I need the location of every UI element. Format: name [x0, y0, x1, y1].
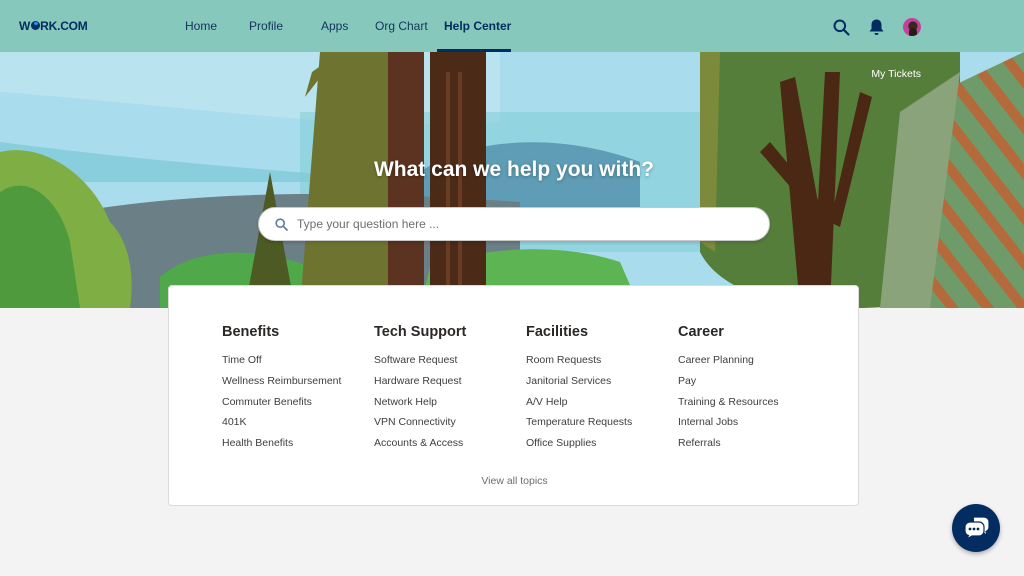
- topic-column-career: Career Career Planning Pay Training & Re…: [678, 324, 779, 454]
- nav-home[interactable]: Home: [185, 19, 217, 33]
- topic-link[interactable]: Room Requests: [526, 350, 632, 371]
- work-com-logo[interactable]: W RK.COM: [19, 19, 88, 33]
- topic-link[interactable]: Time Off: [222, 350, 341, 371]
- logo-text-prefix: W: [19, 19, 31, 33]
- logo-o-mark: [30, 21, 40, 30]
- help-search-input[interactable]: [297, 208, 757, 240]
- topic-column-tech-support: Tech Support Software Request Hardware R…: [374, 324, 466, 454]
- chat-bubbles-icon: [964, 516, 990, 541]
- topic-link[interactable]: Software Request: [374, 350, 466, 371]
- topic-column-benefits: Benefits Time Off Wellness Reimbursement…: [222, 324, 341, 454]
- topics-card: Benefits Time Off Wellness Reimbursement…: [168, 285, 859, 506]
- nav-profile[interactable]: Profile: [249, 19, 283, 33]
- topic-link[interactable]: Wellness Reimbursement: [222, 371, 341, 392]
- topic-link[interactable]: Commuter Benefits: [222, 392, 341, 413]
- my-tickets-link[interactable]: My Tickets: [871, 68, 921, 80]
- topic-link[interactable]: Temperature Requests: [526, 412, 632, 433]
- topic-link[interactable]: Network Help: [374, 392, 466, 413]
- top-navigation-bar: W RK.COM Home Profile Apps Org Chart Help…: [0, 0, 1024, 52]
- topic-link[interactable]: A/V Help: [526, 392, 632, 413]
- help-search-bar[interactable]: [258, 207, 770, 241]
- nav-org-chart[interactable]: Org Chart: [375, 19, 428, 33]
- topic-link[interactable]: Referrals: [678, 433, 779, 454]
- topic-link[interactable]: Internal Jobs: [678, 412, 779, 433]
- topic-link[interactable]: Career Planning: [678, 350, 779, 371]
- topic-heading: Facilities: [526, 324, 589, 340]
- topic-link[interactable]: Office Supplies: [526, 433, 632, 454]
- search-icon: [275, 218, 288, 236]
- topic-link[interactable]: Training & Resources: [678, 392, 779, 413]
- logo-text-suffix: RK.COM: [40, 19, 88, 33]
- chat-button[interactable]: [952, 504, 1000, 552]
- topic-heading: Tech Support: [374, 324, 467, 340]
- topic-heading: Benefits: [222, 324, 280, 340]
- view-all-topics-link[interactable]: View all topics: [169, 475, 860, 487]
- nav-help-center[interactable]: Help Center: [444, 19, 511, 33]
- topic-link[interactable]: VPN Connectivity: [374, 412, 466, 433]
- topic-column-facilities: Facilities Room Requests Janitorial Serv…: [526, 324, 632, 454]
- topic-link[interactable]: Janitorial Services: [526, 371, 632, 392]
- topic-heading: Career: [678, 324, 724, 340]
- topic-link[interactable]: Hardware Request: [374, 371, 466, 392]
- active-tab-indicator: [437, 49, 511, 52]
- hero-title: What can we help you with?: [373, 158, 654, 181]
- topic-link[interactable]: Accounts & Access: [374, 433, 466, 454]
- nav-apps[interactable]: Apps: [321, 19, 348, 33]
- topic-link[interactable]: 401K: [222, 412, 341, 433]
- user-avatar[interactable]: [903, 18, 921, 36]
- topic-link[interactable]: Pay: [678, 371, 779, 392]
- bell-icon[interactable]: [868, 18, 885, 41]
- search-icon[interactable]: [833, 19, 850, 41]
- topic-link[interactable]: Health Benefits: [222, 433, 341, 454]
